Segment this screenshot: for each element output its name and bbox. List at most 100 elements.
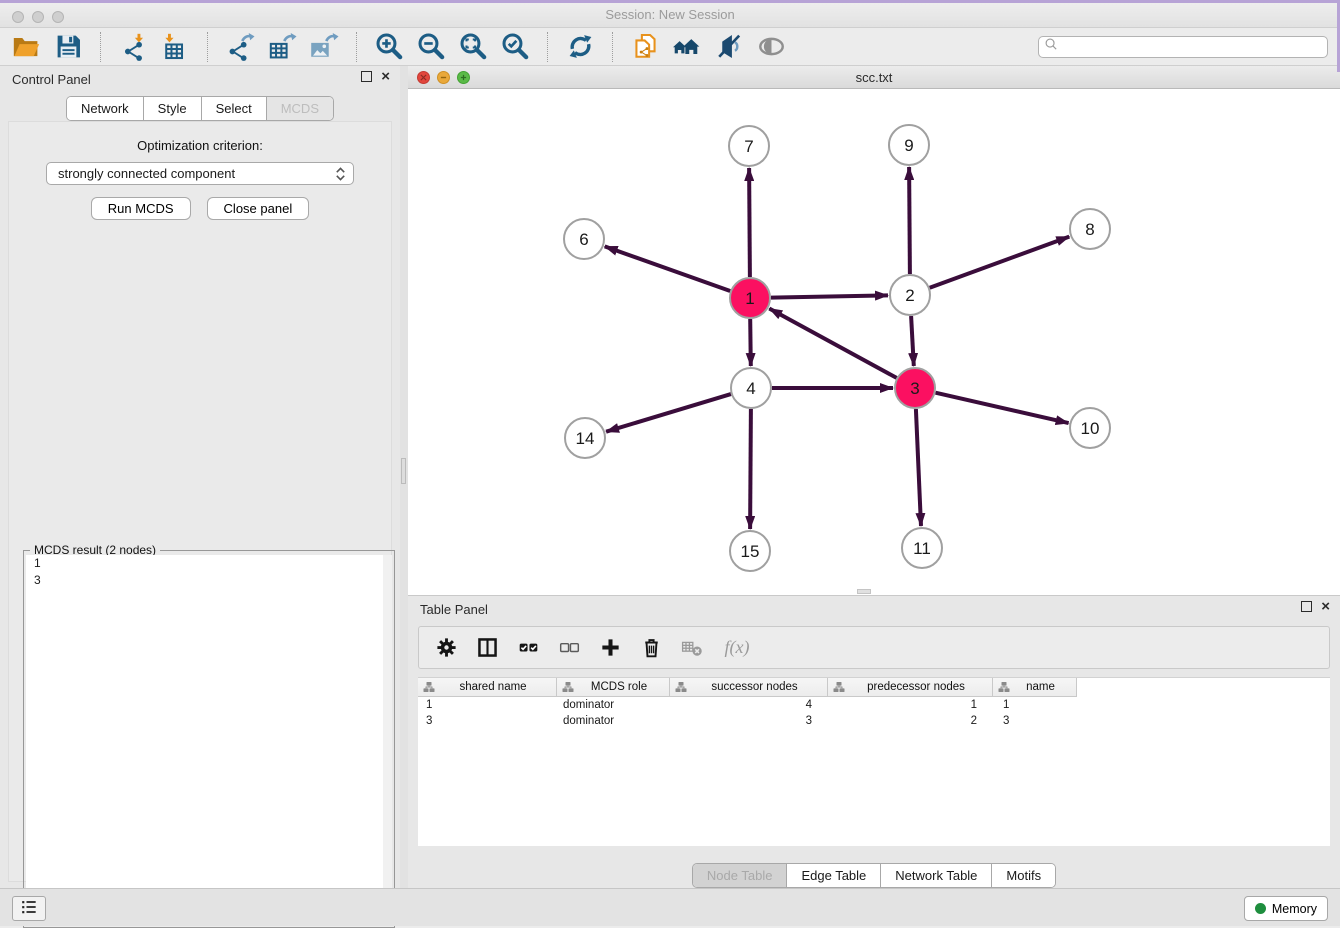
clone-network-icon[interactable]: [629, 31, 661, 63]
table-cell: 3: [993, 713, 1077, 729]
close-panel-icon[interactable]: ×: [381, 71, 390, 82]
graph-node-4[interactable]: 4: [731, 368, 771, 408]
function-builder-label: f(x): [725, 637, 750, 658]
status-bar: Memory: [0, 888, 1340, 926]
network-minimize-icon[interactable]: [437, 71, 450, 84]
import-table-icon[interactable]: [159, 31, 191, 63]
zoom-window-icon[interactable]: [52, 11, 64, 23]
tab-edge-table[interactable]: Edge Table: [786, 864, 880, 887]
zoom-out-icon[interactable]: [415, 31, 447, 63]
minimize-window-icon[interactable]: [32, 11, 44, 23]
graph-node-8[interactable]: 8: [1070, 209, 1110, 249]
tab-network[interactable]: Network: [67, 97, 143, 120]
table-panel-title: Table Panel: [420, 602, 488, 617]
edge-1-2[interactable]: [771, 295, 888, 297]
graph-node-10[interactable]: 10: [1070, 408, 1110, 448]
graph-node-2[interactable]: 2: [890, 275, 930, 315]
function-builder-icon[interactable]: f(x): [720, 635, 754, 661]
graph-node-6[interactable]: 6: [564, 219, 604, 259]
refresh-layout-icon[interactable]: [564, 31, 596, 63]
graph-node-14[interactable]: 14: [565, 418, 605, 458]
import-network-icon[interactable]: [117, 31, 149, 63]
graph-node-9[interactable]: 9: [889, 125, 929, 165]
status-list-button[interactable]: [12, 896, 46, 921]
svg-text:6: 6: [579, 230, 588, 249]
edge-4-14[interactable]: [606, 394, 731, 432]
edge-2-3[interactable]: [911, 316, 914, 366]
export-table-icon[interactable]: [266, 31, 298, 63]
search-input[interactable]: [1060, 38, 1327, 56]
table-row[interactable]: 3dominator323: [418, 713, 1330, 729]
tab-mcds[interactable]: MCDS: [266, 97, 333, 120]
edge-3-1[interactable]: [769, 309, 896, 378]
network-canvas[interactable]: 7 9 6 8 1 2 4 3 14 10 15 11: [408, 89, 1340, 595]
graph-node-3[interactable]: 3: [895, 368, 935, 408]
column-header-successor-nodes[interactable]: successor nodes: [670, 678, 828, 697]
home-icon[interactable]: [671, 31, 703, 63]
edge-2-9[interactable]: [909, 167, 910, 274]
column-header-MCDS-role[interactable]: MCDS role: [557, 678, 670, 697]
deselect-all-columns-icon[interactable]: [556, 635, 582, 661]
table-cell: 4: [670, 697, 828, 713]
delete-table-icon[interactable]: [679, 635, 705, 661]
settings-icon[interactable]: [433, 635, 459, 661]
export-network-icon[interactable]: [224, 31, 256, 63]
mcds-result-item: 3: [26, 572, 392, 589]
criterion-select[interactable]: strongly connected component: [46, 162, 354, 185]
window-title: Session: New Session: [0, 0, 1340, 30]
table-row[interactable]: 1dominator411: [418, 697, 1330, 713]
delete-row-icon[interactable]: [638, 635, 664, 661]
edge-1-6[interactable]: [605, 246, 731, 291]
tab-select[interactable]: Select: [201, 97, 266, 120]
open-session-icon[interactable]: [10, 31, 42, 63]
float-panel-icon[interactable]: [361, 71, 372, 82]
graph-node-15[interactable]: 15: [730, 531, 770, 571]
mcds-result-list[interactable]: 13: [26, 555, 392, 925]
horizontal-splitter-handle[interactable]: [857, 589, 871, 594]
search-box[interactable]: [1038, 36, 1328, 58]
split-view-icon[interactable]: [474, 635, 500, 661]
edge-3-10[interactable]: [936, 393, 1069, 423]
edge-3-11[interactable]: [916, 409, 921, 526]
result-scrollbar[interactable]: [383, 555, 392, 925]
graph-node-7[interactable]: 7: [729, 126, 769, 166]
memory-button[interactable]: Memory: [1244, 896, 1328, 921]
network-zoom-icon[interactable]: [457, 71, 470, 84]
add-row-icon[interactable]: [597, 635, 623, 661]
edge-2-8[interactable]: [930, 237, 1070, 288]
select-all-columns-icon[interactable]: [515, 635, 541, 661]
edge-4-15[interactable]: [750, 409, 751, 529]
export-image-icon[interactable]: [308, 31, 340, 63]
run-mcds-button[interactable]: Run MCDS: [91, 197, 191, 220]
tab-node-table[interactable]: Node Table: [693, 864, 787, 887]
select-stepper-icon: [334, 166, 347, 182]
close-table-panel-icon[interactable]: ×: [1321, 601, 1330, 612]
close-panel-button[interactable]: Close panel: [207, 197, 310, 220]
birds-eye-view-icon[interactable]: [755, 31, 787, 63]
svg-text:11: 11: [913, 539, 931, 558]
control-panel: Control Panel × NetworkStyleSelectMCDS O…: [0, 66, 400, 888]
column-header-shared-name[interactable]: shared name: [418, 678, 557, 697]
column-header-predecessor-nodes[interactable]: predecessor nodes: [828, 678, 993, 697]
zoom-in-icon[interactable]: [373, 31, 405, 63]
graph-node-1[interactable]: 1: [730, 278, 770, 318]
toolbar-icons: [10, 31, 787, 63]
zoom-selected-icon[interactable]: [499, 31, 531, 63]
zoom-fit-icon[interactable]: [457, 31, 489, 63]
tab-motifs[interactable]: Motifs: [991, 864, 1055, 887]
control-panel-header: Control Panel ×: [0, 66, 400, 93]
tab-style[interactable]: Style: [143, 97, 201, 120]
close-window-icon[interactable]: [12, 11, 24, 23]
toolbar-separator: [612, 32, 613, 62]
save-session-icon[interactable]: [52, 31, 84, 63]
network-close-icon[interactable]: [417, 71, 430, 84]
vertical-splitter[interactable]: [400, 66, 408, 888]
column-header-name[interactable]: name: [993, 678, 1077, 697]
tab-network-table[interactable]: Network Table: [880, 864, 991, 887]
graph-node-11[interactable]: 11: [902, 528, 942, 568]
show-graphics-details-icon[interactable]: [713, 31, 745, 63]
edge-1-7[interactable]: [749, 168, 750, 277]
vertical-splitter-handle[interactable]: [401, 458, 406, 484]
float-table-panel-icon[interactable]: [1301, 601, 1312, 612]
edge-1-4[interactable]: [750, 319, 751, 366]
